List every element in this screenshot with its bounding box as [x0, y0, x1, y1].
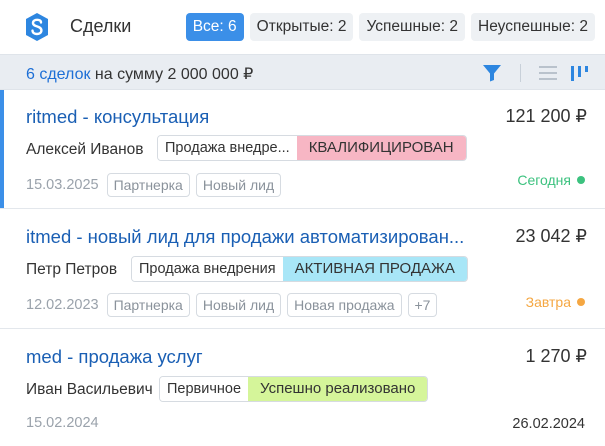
deal-amount: 23 042 ₽ [515, 226, 587, 246]
deal-contact[interactable]: Алексей Иванов [26, 141, 144, 159]
due-dot-icon [577, 298, 585, 306]
pipeline-name: Продажа внедре... [158, 136, 297, 160]
deal-title[interactable]: itmed - новый лид для продажи автоматизи… [26, 226, 464, 248]
deal-pipeline-stage: Первичное Успешно реализовано [159, 376, 429, 402]
deal-due: Сегодня [517, 172, 585, 188]
due-label: Сегодня [517, 172, 571, 188]
filter-won[interactable]: Успешные: 2 [359, 13, 466, 41]
deal-pipeline-stage: Продажа внедре... КВАЛИФИЦИРОВАН [157, 135, 467, 161]
filter-lost[interactable]: Неуспешные: 2 [471, 13, 595, 41]
filter-icon[interactable] [482, 64, 502, 82]
deals-total: на сумму 2 000 000 ₽ [90, 66, 254, 83]
deal-amount: 121 200 ₽ [505, 106, 587, 126]
due-label: Завтра [525, 294, 571, 310]
filter-all[interactable]: Все: 6 [185, 13, 244, 41]
deal-due: Завтра [526, 294, 585, 310]
deal-tag: Новая продажа [287, 293, 402, 317]
deal-date: 12.02.2023 [26, 297, 99, 313]
stage-badge: Успешно реализовано [248, 377, 428, 401]
stage-badge: КВАЛИФИЦИРОВАН [296, 136, 466, 160]
deal-filter-tabs: Все: 6 Открытые: 2 Успешные: 2 Неуспешны… [185, 13, 595, 41]
deal-card[interactable]: itmed - новый лид для продажи автоматизи… [0, 209, 605, 329]
page-title: Сделки [70, 16, 132, 36]
deal-contact[interactable]: Иван Васильевич [26, 381, 153, 399]
pipeline-name: Продажа внедрения [132, 257, 283, 281]
deals-count[interactable]: 6 сделок [26, 66, 90, 83]
deal-tag: Партнерка [106, 173, 190, 197]
app-logo-icon [26, 13, 48, 41]
deal-meta: 12.02.2023 Партнерка Новый лид Новая про… [26, 293, 438, 317]
more-tags-badge[interactable]: +7 [407, 293, 438, 317]
pipeline-name: Первичное [160, 377, 249, 401]
deal-date: 15.02.2024 [26, 415, 99, 431]
deal-amount: 1 270 ₽ [525, 346, 588, 366]
deal-title[interactable]: med - продажа услуг [26, 346, 203, 368]
deal-meta: 15.03.2025 Партнерка Новый лид [26, 173, 282, 197]
filter-open[interactable]: Открытые: 2 [249, 13, 354, 41]
deal-tag: Новый лид [195, 173, 282, 197]
stage-badge: АКТИВНАЯ ПРОДАЖА [282, 257, 467, 281]
deal-title[interactable]: ritmed - консультация [26, 106, 209, 128]
toolbar-divider [520, 64, 521, 82]
deal-card[interactable]: ritmed - консультация 121 200 ₽ Алексей … [0, 90, 605, 209]
deal-tag: Новый лид [195, 293, 282, 317]
page-header: Сделки Все: 6 Открытые: 2 Успешные: 2 Не… [0, 0, 605, 54]
deal-close-date: 26.02.2024 [512, 416, 585, 432]
due-dot-icon [577, 176, 585, 184]
deal-meta: 15.02.2024 [26, 415, 101, 431]
list-view-icon[interactable] [538, 64, 558, 82]
deal-pipeline-stage: Продажа внедрения АКТИВНАЯ ПРОДАЖА [131, 256, 468, 282]
deal-card[interactable]: med - продажа услуг 1 270 ₽ Иван Василье… [0, 329, 605, 446]
deal-tag: Партнерка [106, 293, 190, 317]
deal-date: 15.03.2025 [26, 177, 99, 193]
kanban-view-icon[interactable] [570, 63, 590, 83]
summary-bar: 6 сделок на сумму 2 000 000 ₽ [0, 54, 605, 90]
deal-contact[interactable]: Петр Петров [26, 261, 117, 279]
deals-summary: 6 сделок на сумму 2 000 000 ₽ [26, 64, 253, 84]
